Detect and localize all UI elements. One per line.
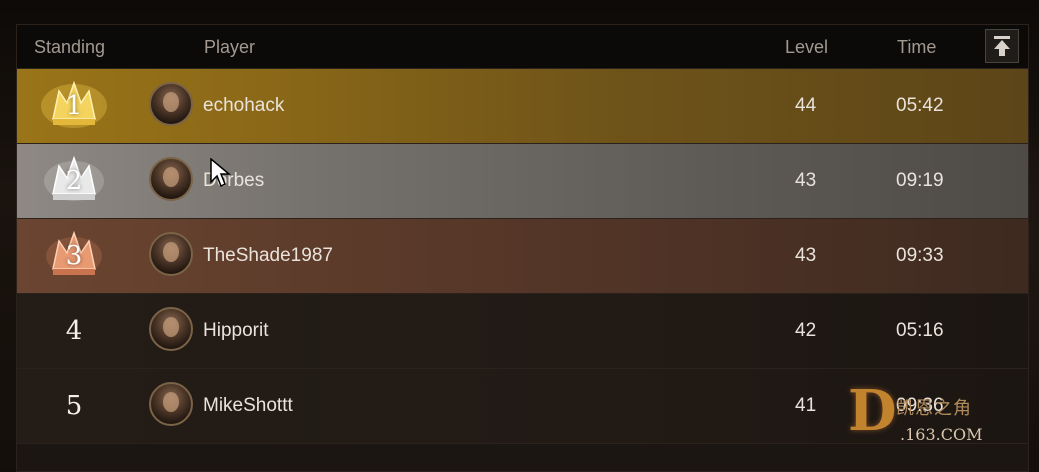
standing-cell: 5 — [39, 369, 109, 443]
standing-number: 4 — [65, 316, 83, 346]
level-column-header[interactable]: Level — [785, 37, 828, 58]
player-level: 43 — [795, 245, 817, 266]
table-row-rank-3[interactable]: 3 TheShade1987 43 09:33 — [17, 219, 1028, 294]
player-name[interactable]: TheShade1987 — [203, 245, 333, 267]
avatar — [149, 307, 193, 351]
player-time: 05:16 — [896, 320, 944, 341]
player-time: 09:19 — [896, 170, 944, 191]
standing-cell: 3 — [39, 219, 109, 293]
player-level: 43 — [795, 170, 817, 191]
watermark-url: .163.COM — [900, 425, 983, 444]
standing-column-header[interactable]: Standing — [34, 37, 105, 58]
avatar — [149, 157, 193, 201]
avatar — [149, 82, 193, 126]
leaderboard-header: Standing Player Level Time — [17, 25, 1028, 69]
player-time: 09:33 — [896, 245, 944, 266]
player-name[interactable]: MikeShottt — [203, 395, 293, 417]
player-name[interactable]: echohack — [203, 95, 284, 117]
scroll-to-top-button[interactable] — [985, 29, 1019, 63]
table-row-rank-4[interactable]: 4 Hipporit 42 05:16 — [17, 294, 1028, 369]
player-time: 05:42 — [896, 95, 944, 116]
standing-cell: 4 — [39, 294, 109, 368]
standing-number: 2 — [65, 166, 83, 196]
standing-cell: 1 — [39, 69, 109, 143]
standing-number: 1 — [65, 91, 83, 121]
player-level: 42 — [795, 320, 817, 341]
standing-number: 3 — [65, 241, 83, 271]
watermark-logo-letter: D — [848, 378, 897, 444]
avatar — [149, 232, 193, 276]
standing-cell: 2 — [39, 144, 109, 218]
site-watermark: D 凯恩之角 .163.COM — [848, 378, 1023, 448]
table-row-rank-1[interactable]: 1 echohack 44 05:42 — [17, 69, 1028, 144]
player-column-header[interactable]: Player — [204, 37, 255, 58]
mouse-cursor-icon — [210, 158, 232, 188]
arrow-up-to-top-icon — [994, 36, 1010, 56]
player-level: 41 — [795, 395, 817, 416]
player-level: 44 — [795, 95, 817, 116]
watermark-text: 凯恩之角 — [896, 398, 972, 418]
standing-number: 5 — [65, 391, 83, 421]
time-column-header[interactable]: Time — [897, 37, 936, 58]
player-name[interactable]: Hipporit — [203, 320, 268, 342]
avatar — [149, 382, 193, 426]
table-row-rank-2[interactable]: 2 Dorbes 43 09:19 — [17, 144, 1028, 219]
